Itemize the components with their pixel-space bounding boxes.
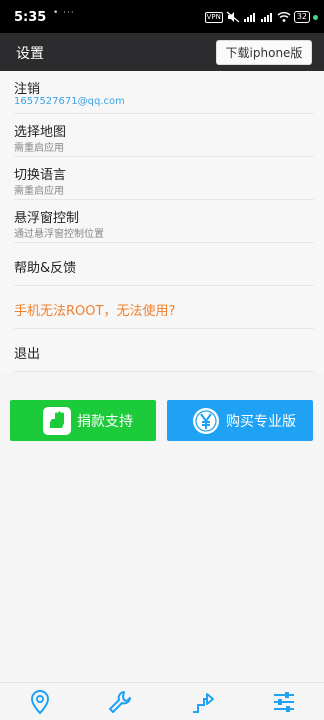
bottom-nav: [0, 682, 324, 720]
donate-button[interactable]: 捐款支持: [10, 400, 156, 441]
mute-icon: [226, 11, 240, 23]
settings-item-root-help[interactable]: 手机无法ROOT，无法使用?: [14, 286, 314, 329]
settings-item-title: 注销: [14, 82, 41, 97]
status-bar: 5:35 • ··· VPN 32: [0, 0, 324, 33]
page-title: 设置: [16, 46, 44, 62]
settings-item-title: 悬浮窗控制: [14, 211, 80, 226]
status-time: 5:35: [14, 10, 47, 25]
download-iphone-button[interactable]: 下载iphone版: [216, 40, 312, 65]
sliders-icon[interactable]: [271, 689, 297, 715]
settings-item-title: 手机无法ROOT，无法使用?: [14, 304, 176, 319]
settings-item-help-feedback[interactable]: 帮助&反馈: [14, 243, 314, 286]
donate-label: 捐款支持: [77, 413, 133, 430]
settings-item-title: 切换语言: [14, 168, 67, 183]
settings-item-subtitle: 需重启应用: [14, 186, 64, 197]
signal-5g-icon-2: [260, 13, 272, 22]
settings-item-title: 退出: [14, 347, 41, 362]
account-email: 1657527671@qq.com: [14, 96, 125, 107]
privacy-indicator: [313, 14, 318, 20]
settings-item-subtitle: 需重启应用: [14, 143, 64, 154]
settings-item-exit[interactable]: 退出: [14, 329, 314, 372]
location-pin-icon[interactable]: [27, 689, 53, 715]
wifi-icon: [277, 12, 291, 22]
settings-list: 注销 1657527671@qq.com 选择地图 需重启应用 切换语言 需重启…: [0, 71, 324, 372]
vpn-badge: VPN: [204, 11, 223, 23]
settings-item-subtitle: 通过悬浮窗控制位置: [14, 229, 104, 240]
status-icons: VPN 32: [204, 9, 318, 25]
battery-level: 32: [293, 11, 310, 23]
settings-item-switch-language[interactable]: 切换语言 需重启应用: [14, 157, 314, 200]
buy-pro-button[interactable]: 购买专业版: [167, 400, 313, 441]
settings-item-logout-account[interactable]: 注销 1657527671@qq.com: [14, 71, 314, 114]
yen-coin-icon: [193, 407, 219, 434]
buy-pro-label: 购买专业版: [226, 413, 296, 430]
settings-item-title: 选择地图: [14, 125, 67, 140]
signal-5g-icon: [243, 13, 255, 22]
wrench-icon[interactable]: [107, 689, 133, 715]
fist-icon: [43, 406, 71, 435]
settings-item-floating-window[interactable]: 悬浮窗控制 通过悬浮窗控制位置: [14, 200, 314, 243]
notification-dots: • ···: [53, 8, 75, 18]
settings-item-title: 帮助&反馈: [14, 261, 77, 276]
route-arrow-icon[interactable]: [190, 689, 216, 715]
settings-item-select-map[interactable]: 选择地图 需重启应用: [14, 114, 314, 157]
app-header: 设置 下载iphone版: [0, 33, 324, 71]
